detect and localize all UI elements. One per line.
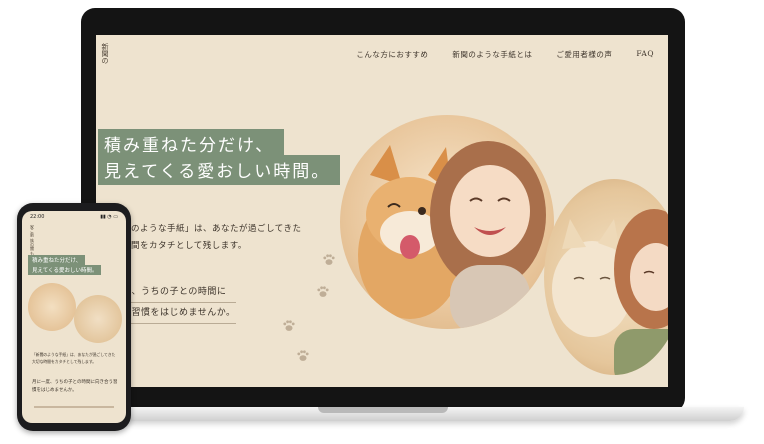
intro-line4: う習慣をはじめませんか。 [122, 303, 236, 324]
mockup-stage: 新聞の こんな方におすすめ 新聞のような手紙とは ご愛用者様の声 FAQ 積み重… [0, 0, 764, 444]
paw-print-icon [297, 350, 309, 361]
phone-screen: 22:00 ▮▮ ◔ ▭ 家こ新 族の聞 もで 積み重ねた分だけ、 見えてくる愛… [22, 211, 126, 423]
nav-recommend[interactable]: こんな方におすすめ [356, 49, 428, 60]
intro-line1: 」のような手紙」は、あなたが過ごしてきた [122, 224, 302, 234]
nav-about[interactable]: 新聞のような手紙とは [452, 49, 532, 60]
intro-line3: 度、うちの子との時間に [122, 282, 236, 303]
phone-divider [34, 406, 114, 408]
phone-status-icons: ▮▮ ◔ ▭ [100, 214, 118, 220]
laptop-notch [318, 407, 448, 413]
phone-hero-line1: 積み重ねた分だけ、 [28, 255, 86, 265]
phone-status-time: 22:00 [30, 214, 45, 220]
phone-illustration-dog [28, 283, 76, 331]
intro-text-2: 度、うちの子との時間に う習慣をはじめませんか。 [122, 282, 236, 324]
paw-print-icon [283, 320, 295, 331]
hero-illustration-cat [544, 179, 668, 375]
hero-illustration-dog [340, 115, 554, 329]
woman-and-cat-illustration [552, 209, 668, 375]
paw-print-icon [323, 254, 335, 265]
phone-hero-line2: 見えてくる愛おしい時間。 [28, 265, 102, 275]
phone-intro-text: 「新聞のような手紙」は、あなたが過ごしてきた大切な時間をカタチとして残します。 [32, 352, 116, 364]
nav-faq[interactable]: FAQ [636, 49, 654, 60]
hero-heading-line2: 見えてくる愛おしい時間。 [98, 155, 341, 185]
site-logo[interactable]: 新聞の [100, 43, 109, 64]
phone-illustration-cat [74, 295, 122, 343]
intro-line2: 時間をカタチとして残します。 [122, 241, 247, 251]
paw-print-icon [317, 286, 329, 297]
intro-text: 」のような手紙」は、あなたが過ごしてきた 時間をカタチとして残します。 [122, 221, 302, 255]
girl-and-dog-illustration [358, 141, 546, 329]
nav-voices[interactable]: ご愛用者様の声 [556, 49, 612, 60]
phone-intro-text-2: 月に一度、うちの子との時間に向き合う習慣をはじめませんか。 [32, 380, 118, 393]
site-nav: こんな方におすすめ 新聞のような手紙とは ご愛用者様の声 FAQ [356, 49, 654, 60]
laptop-screen: 新聞の こんな方におすすめ 新聞のような手紙とは ご愛用者様の声 FAQ 積み重… [96, 35, 668, 387]
